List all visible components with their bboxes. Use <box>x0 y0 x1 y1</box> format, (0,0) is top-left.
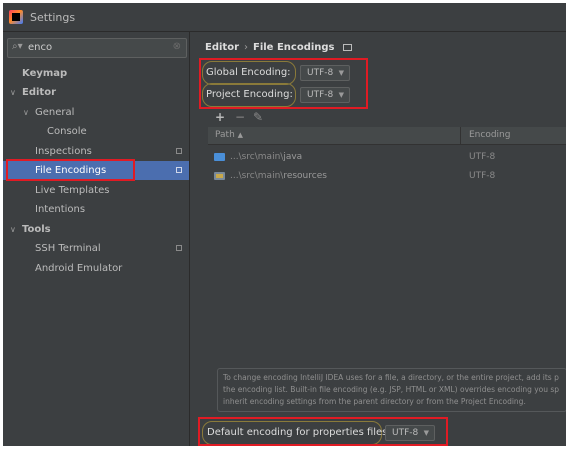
sidebar-item-label: Editor <box>22 87 56 98</box>
sidebar-item-label: Tools <box>22 224 51 235</box>
sidebar-item-tools[interactable]: ∨ Tools <box>3 220 189 239</box>
sidebar-item-label: General <box>35 107 75 118</box>
chevron-down-icon[interactable]: ∨ <box>10 83 16 102</box>
sidebar-item-general[interactable]: ∨ General <box>3 103 189 122</box>
column-header-path[interactable]: Path ▲ <box>215 130 243 140</box>
settings-content: Editor › File Encodings Global Encoding: U… <box>190 32 566 446</box>
sidebar-item-label: Console <box>47 126 87 137</box>
file-encodings-highlight-box <box>6 159 135 181</box>
sidebar-item-android-emulator[interactable]: Android Emulator <box>3 259 189 278</box>
sidebar-item-label: Android Emulator <box>35 263 123 274</box>
settings-sidebar: ⌕▾ enco ⊗ Keymap ∨ Editor ∨ General Cons… <box>3 32 190 446</box>
project-scope-icon <box>176 148 182 154</box>
path-leaf: java <box>283 152 303 162</box>
project-scope-icon <box>176 167 182 173</box>
source-folder-icon <box>214 153 225 161</box>
hint-line: To change encoding IntelliJ IDEA uses fo… <box>223 373 559 382</box>
path-cell: ...\src\main\resources <box>230 171 327 181</box>
path-cell: ...\src\main\java <box>230 152 302 162</box>
table-row[interactable]: ...\src\main\resources UTF-8 <box>208 167 566 186</box>
hint-line: the encoding list. Built-in file encodin… <box>223 385 560 394</box>
remove-button[interactable]: − <box>235 110 245 124</box>
encoding-cell[interactable]: UTF-8 <box>469 171 495 181</box>
intellij-app-icon <box>9 10 23 24</box>
hint-line: inherit encoding settings from the paren… <box>223 397 526 406</box>
table-row[interactable]: ...\src\main\java UTF-8 <box>208 148 566 167</box>
breadcrumb-parent[interactable]: Editor <box>205 42 239 53</box>
sidebar-item-console[interactable]: Console <box>3 122 189 141</box>
settings-window: Settings ⌕▾ enco ⊗ Keymap ∨ Editor ∨ Gen… <box>3 3 566 446</box>
encoding-highlight-box <box>199 58 368 109</box>
sort-ascending-icon: ▲ <box>237 131 244 139</box>
add-button[interactable]: + <box>215 110 225 124</box>
path-prefix: ...\src\main\ <box>230 171 284 181</box>
sidebar-item-label: SSH Terminal <box>35 243 101 254</box>
search-icon: ⌕▾ <box>12 41 23 52</box>
column-header-encoding[interactable]: Encoding <box>469 130 510 140</box>
window-title: Settings <box>30 11 76 24</box>
properties-highlight-box <box>198 417 448 446</box>
sidebar-item-label: Keymap <box>22 68 68 79</box>
title-bar: Settings <box>3 3 566 32</box>
resources-folder-icon <box>214 172 225 180</box>
breadcrumb-separator: › <box>244 42 248 53</box>
sidebar-item-keymap[interactable]: Keymap <box>3 64 189 83</box>
sidebar-item-live-templates[interactable]: Live Templates <box>3 181 189 200</box>
sidebar-item-intentions[interactable]: Intentions <box>3 200 189 219</box>
encodings-table: Path ▲ Encoding ...\src\main\java UTF-8 … <box>208 127 566 367</box>
search-value: enco <box>28 42 53 53</box>
sidebar-item-label: Live Templates <box>35 185 110 196</box>
sidebar-item-label: Intentions <box>35 204 86 215</box>
path-prefix: ...\src\main\ <box>230 152 284 162</box>
project-scope-icon <box>342 43 352 51</box>
clear-icon[interactable]: ⊗ <box>173 41 181 52</box>
path-leaf: resources <box>283 171 327 181</box>
column-divider <box>460 127 461 144</box>
path-header-label: Path <box>215 130 235 140</box>
sidebar-item-ssh-terminal[interactable]: SSH Terminal <box>3 239 189 258</box>
encoding-cell[interactable]: UTF-8 <box>469 152 495 162</box>
encoding-hint-text: To change encoding IntelliJ IDEA uses fo… <box>217 368 566 412</box>
sidebar-item-editor[interactable]: ∨ Editor <box>3 83 189 102</box>
search-input[interactable]: ⌕▾ enco ⊗ <box>7 38 187 58</box>
project-scope-icon <box>176 245 182 251</box>
breadcrumb-current: File Encodings <box>253 42 335 53</box>
edit-button[interactable]: ✎ <box>253 110 263 124</box>
breadcrumb: Editor › File Encodings <box>205 42 352 53</box>
chevron-down-icon[interactable]: ∨ <box>23 103 29 122</box>
table-header: Path ▲ Encoding <box>208 127 566 145</box>
chevron-down-icon[interactable]: ∨ <box>10 220 16 239</box>
